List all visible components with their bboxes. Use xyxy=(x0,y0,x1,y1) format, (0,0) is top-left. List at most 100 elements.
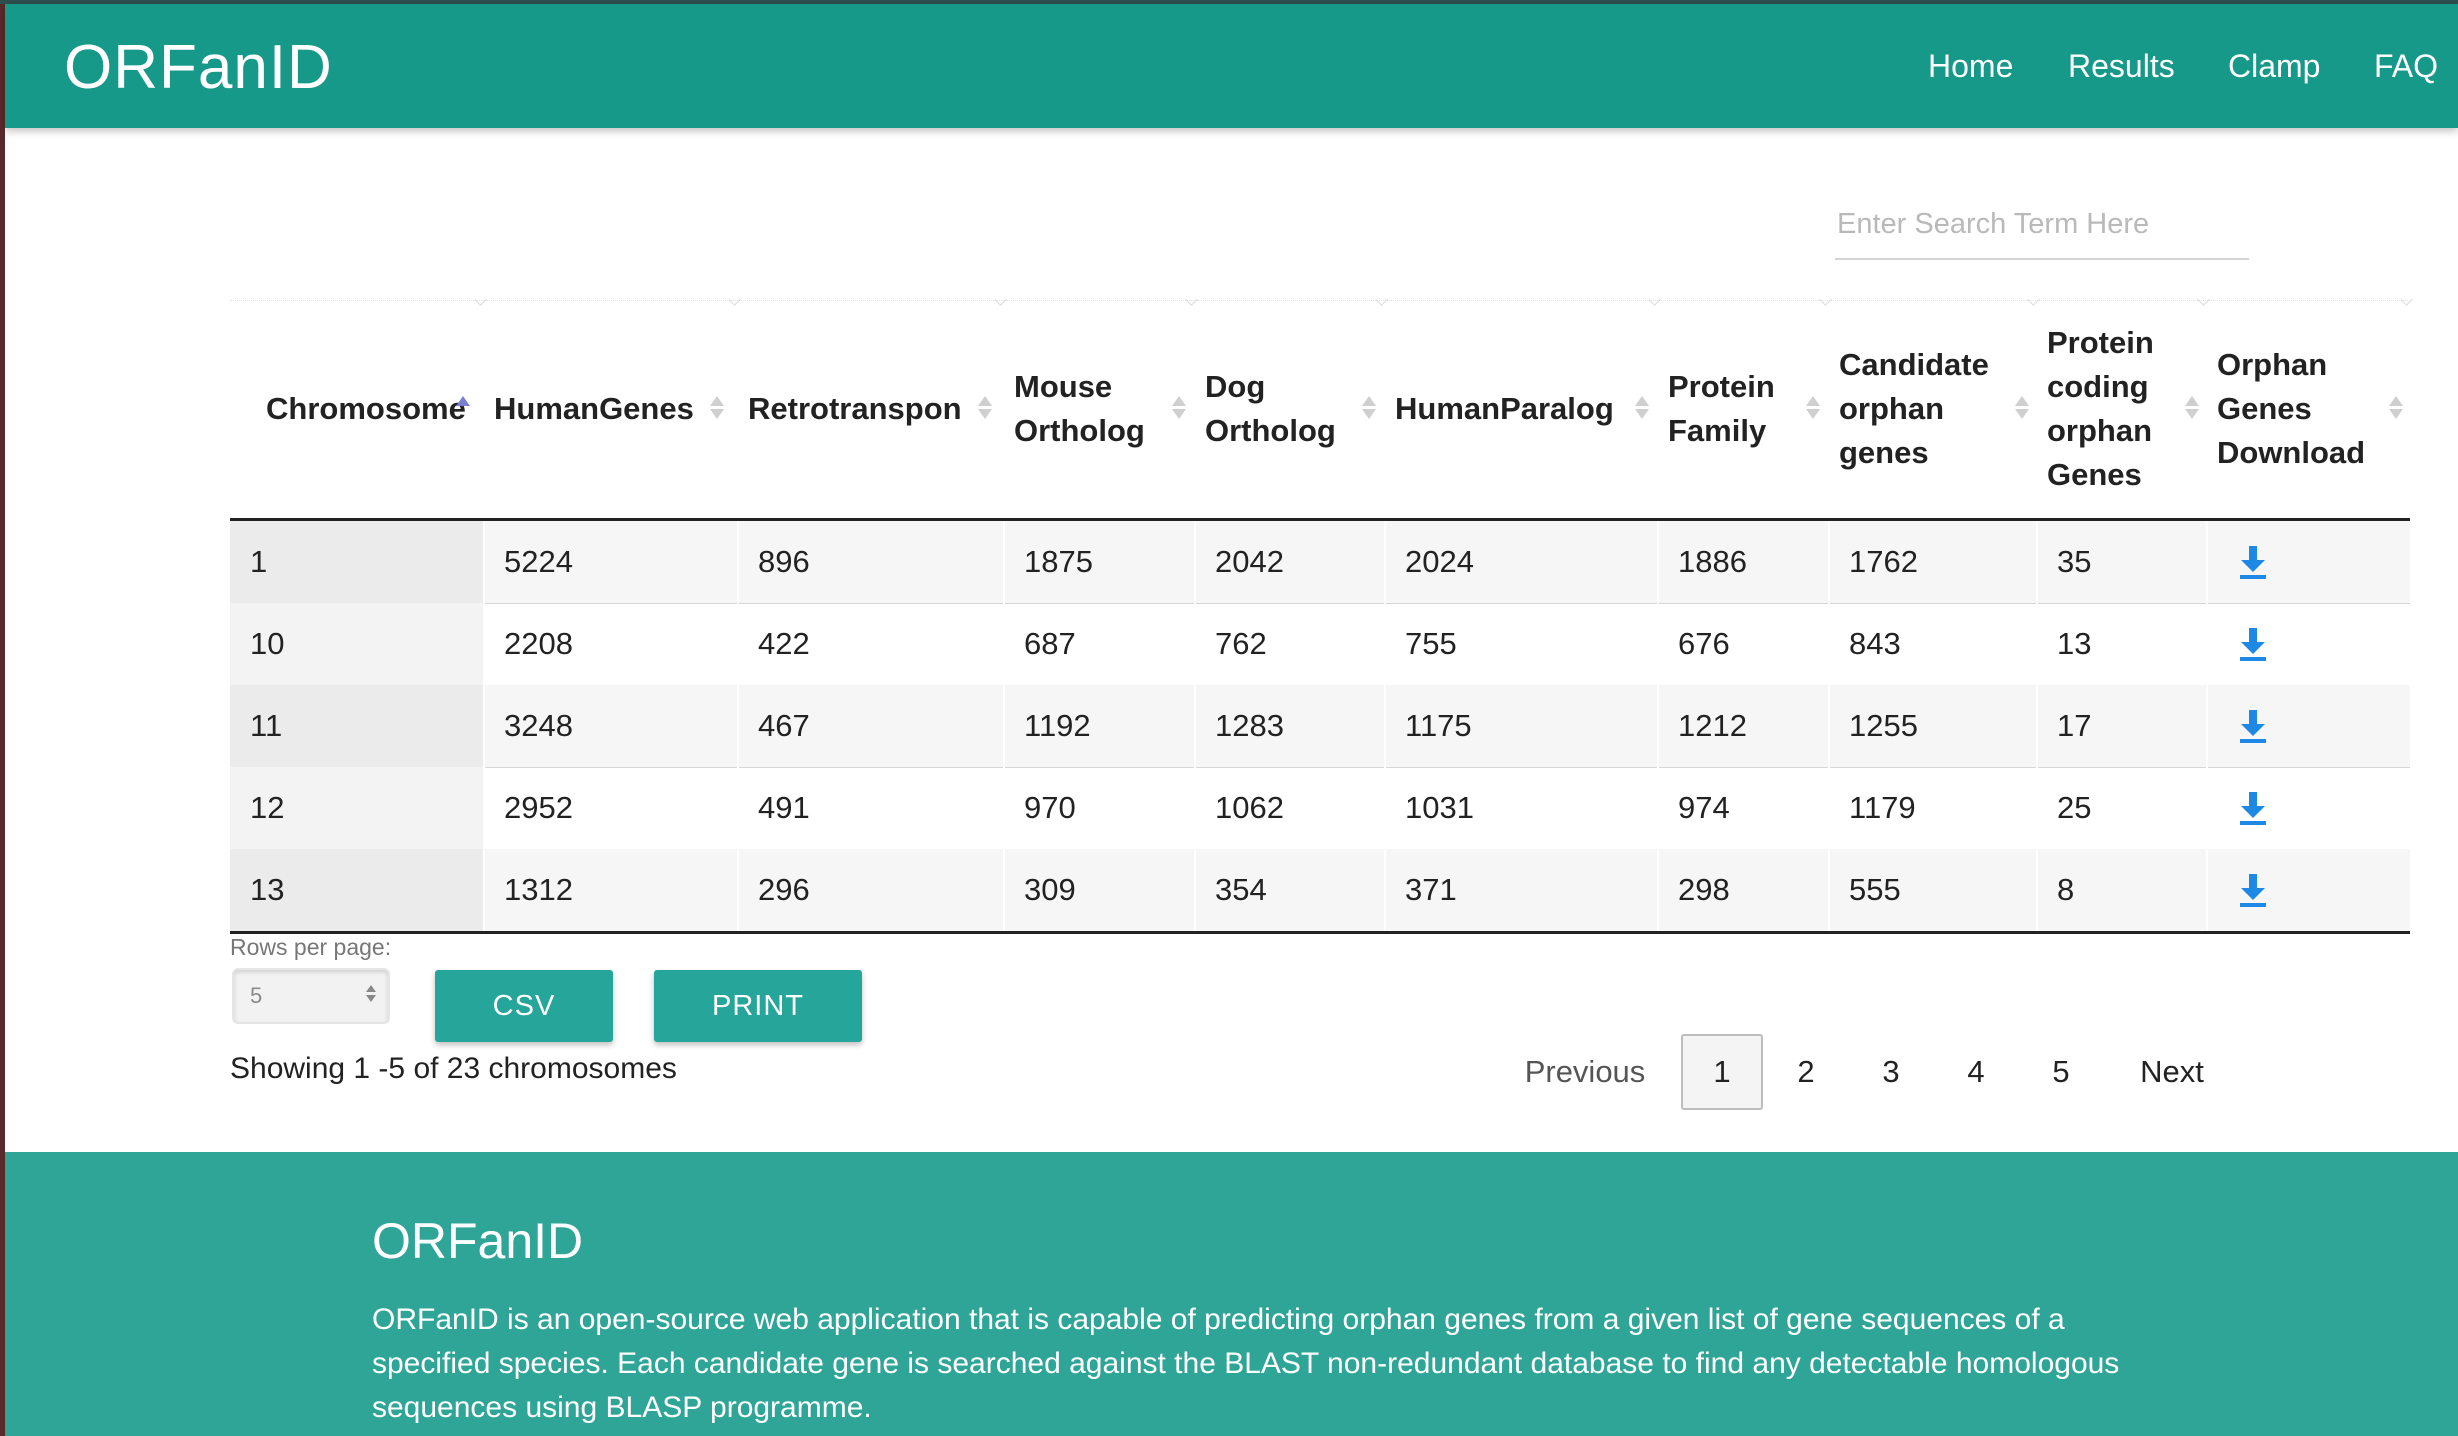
table-cell: 676 xyxy=(1678,626,1730,661)
column-divider xyxy=(1384,767,1386,849)
column-divider xyxy=(737,521,739,603)
table-cell-download xyxy=(2207,521,2410,603)
column-divider xyxy=(1194,521,1196,603)
sort-icon[interactable] xyxy=(1635,396,1649,419)
column-divider xyxy=(1657,603,1659,685)
table-cell: 555 xyxy=(1849,872,1901,907)
column-divider xyxy=(1384,603,1386,685)
sort-icon[interactable] xyxy=(2389,396,2403,419)
table-cell: 5224 xyxy=(504,544,573,579)
table-cell: 11 xyxy=(230,685,484,767)
column-divider xyxy=(1003,767,1005,849)
column-divider xyxy=(1384,849,1386,931)
table-cell: 1762 xyxy=(1849,544,1918,579)
column-divider xyxy=(1657,521,1659,603)
table-cell: 13 xyxy=(2057,626,2092,661)
column-header-protein-coding-orphan-genes[interactable]: Protein coding orphan Genes xyxy=(2037,300,2207,518)
table-cell: 1886 xyxy=(1678,544,1747,579)
column-divider xyxy=(737,767,739,849)
sort-ascending-icon[interactable] xyxy=(456,396,470,409)
table-cell: 2024 xyxy=(1405,544,1474,579)
search-input[interactable] xyxy=(1835,190,2249,260)
column-divider xyxy=(2206,685,2208,767)
column-divider xyxy=(1828,521,1830,603)
sort-icon[interactable] xyxy=(1362,396,1376,419)
nav-link-faq[interactable]: FAQ xyxy=(2374,48,2438,85)
table-row: 10 2208 422 687 762 755 676 843 13 xyxy=(230,603,2410,686)
table-cell: 35 xyxy=(2057,544,2092,579)
table-cell-download xyxy=(2207,767,2410,849)
download-icon[interactable] xyxy=(2237,790,2269,826)
table-cell: 1175 xyxy=(1405,708,1472,743)
table-cell: 1212 xyxy=(1678,708,1747,743)
download-icon[interactable] xyxy=(2237,544,2269,580)
page-button-2[interactable]: 2 xyxy=(1776,1034,1836,1110)
column-divider xyxy=(1003,849,1005,931)
next-page-button[interactable]: Next xyxy=(2122,1034,2222,1110)
table-row: 11 3248 467 1192 1283 1175 1212 1255 17 xyxy=(230,685,2410,768)
sort-icon[interactable] xyxy=(2185,396,2199,419)
table-cell: 1255 xyxy=(1849,708,1918,743)
page-button-1[interactable]: 1 xyxy=(1681,1034,1763,1110)
page-button-4[interactable]: 4 xyxy=(1946,1034,2006,1110)
column-header-humanparalog[interactable]: HumanParalog xyxy=(1385,300,1658,518)
column-header-label: Dog Ortholog xyxy=(1205,369,1336,448)
column-header-label: HumanGenes xyxy=(494,391,694,426)
column-header-label: HumanParalog xyxy=(1395,391,1614,426)
table-cell: 1312 xyxy=(504,872,573,907)
column-divider xyxy=(1828,603,1830,685)
table-row: 12 2952 491 970 1062 1031 974 1179 25 xyxy=(230,767,2410,850)
nav-link-results[interactable]: Results xyxy=(2068,48,2175,85)
csv-button[interactable]: CSV xyxy=(435,970,613,1042)
nav-link-clamp[interactable]: Clamp xyxy=(2228,48,2320,85)
brand-logo[interactable]: ORFanID xyxy=(64,32,333,103)
nav-link-home[interactable]: Home xyxy=(1928,48,2013,85)
navbar: ORFanID Home Results Clamp FAQ xyxy=(5,4,2458,128)
column-header-humangenes[interactable]: HumanGenes xyxy=(484,300,738,518)
column-header-dog-ortholog[interactable]: Dog Ortholog xyxy=(1195,300,1385,518)
column-header-candidate-orphan-genes[interactable]: Candidate orphan genes xyxy=(1829,300,2037,518)
column-divider xyxy=(483,685,485,767)
table-cell: 896 xyxy=(758,544,810,579)
column-header-retrotranspon[interactable]: Retrotranspon xyxy=(738,300,1004,518)
previous-page-button[interactable]: Previous xyxy=(1510,1034,1660,1110)
table-cell: 1283 xyxy=(1215,708,1284,743)
rows-per-page-label: Rows per page: xyxy=(230,934,392,960)
rows-per-page-select[interactable]: 5 xyxy=(232,968,390,1024)
column-divider xyxy=(2206,521,2208,603)
sort-icon[interactable] xyxy=(1172,396,1186,419)
table-cell: 1179 xyxy=(1849,790,1916,825)
column-divider xyxy=(1384,685,1386,767)
column-header-protein-family[interactable]: Protein Family xyxy=(1658,300,1829,518)
column-header-chromosome[interactable]: Chromosome xyxy=(230,300,484,518)
column-divider xyxy=(483,603,485,685)
sort-icon[interactable] xyxy=(978,396,992,419)
footer-title: ORFanID xyxy=(372,1213,584,1269)
print-button[interactable]: PRINT xyxy=(654,970,862,1042)
download-icon[interactable] xyxy=(2237,708,2269,744)
column-divider xyxy=(737,849,739,931)
column-header-orphan-genes-download[interactable]: Orphan Genes Download xyxy=(2207,300,2410,518)
column-header-label: Mouse Ortholog xyxy=(1014,369,1145,448)
column-divider xyxy=(2206,849,2208,931)
sort-icon[interactable] xyxy=(710,396,724,419)
column-header-mouse-ortholog[interactable]: Mouse Ortholog xyxy=(1004,300,1195,518)
download-icon[interactable] xyxy=(2237,626,2269,662)
sort-icon[interactable] xyxy=(1806,396,1820,419)
table-cell: 2952 xyxy=(504,790,573,825)
sort-icon[interactable] xyxy=(2015,396,2029,419)
table-cell: 298 xyxy=(1678,872,1730,907)
column-divider xyxy=(2036,521,2038,603)
column-divider xyxy=(1657,685,1659,767)
column-divider xyxy=(483,767,485,849)
column-divider xyxy=(2036,603,2038,685)
page-button-5[interactable]: 5 xyxy=(2031,1034,2091,1110)
table-cell: 974 xyxy=(1678,790,1730,825)
column-divider xyxy=(1194,685,1196,767)
table-cell: 2208 xyxy=(504,626,573,661)
table-cell: 25 xyxy=(2057,790,2092,825)
table-cell: 309 xyxy=(1024,872,1076,907)
table-row: 1 5224 896 1875 2042 2024 1886 1762 35 xyxy=(230,521,2410,604)
download-icon[interactable] xyxy=(2237,872,2269,908)
page-button-3[interactable]: 3 xyxy=(1861,1034,1921,1110)
